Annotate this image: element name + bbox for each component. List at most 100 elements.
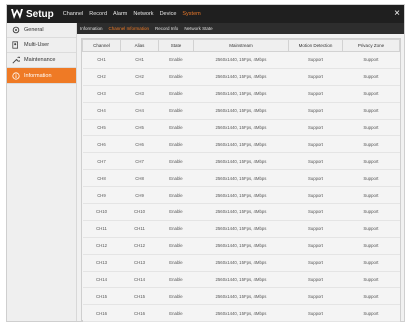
cell-motion-detection: Support [288, 169, 343, 188]
channel-info-table: Channel Alias State Mainstream Motion De… [81, 39, 401, 323]
cell-mainstream: 2560x1440, 15Fps, 4Mbps [193, 135, 289, 154]
cell-channel: CH16 [82, 304, 121, 323]
cell-state: Enable [158, 203, 194, 221]
table-row: CH12 CH12 Enable 2560x1440, 15Fps, 4Mbps Sup… [82, 237, 400, 255]
users-icon [11, 41, 20, 50]
top-menu: Channel Record Alarm Network Device Syst… [60, 5, 204, 23]
cell-state: Enable [158, 304, 194, 323]
table-row: CH16 CH16 Enable 2560x1440, 15Fps, 4Mbps Sup… [82, 304, 400, 323]
cell-channel: CH5 [82, 119, 121, 137]
cell-mainstream: 2560x1440, 15Fps, 4Mbps [193, 203, 289, 221]
cell-channel: CH4 [82, 102, 121, 120]
cell-privacy-zone: Support [342, 169, 400, 188]
cell-alias: CH11 [120, 220, 159, 238]
column-header-channel: Channel [81, 39, 122, 52]
cell-state: Enable [158, 102, 194, 120]
cell-mainstream: 2560x1440, 15Fps, 4Mbps [193, 271, 289, 289]
tab-channel-information[interactable]: Channel Information [106, 23, 153, 34]
cell-privacy-zone: Support [342, 304, 400, 323]
cell-privacy-zone: Support [342, 220, 400, 238]
tab-record-info[interactable]: Record Info [152, 23, 181, 34]
column-header-mainstream: Mainstream [192, 39, 290, 52]
cell-alias: CH3 [120, 85, 159, 103]
cell-state: Enable [158, 271, 194, 289]
cell-privacy-zone: Support [342, 254, 400, 272]
table-row: CH9 CH9 Enable 2560x1440, 15Fps, 4Mbps Suppo… [82, 186, 400, 205]
tab-information[interactable]: Information [77, 23, 106, 34]
sidebar-item-label: Information [24, 72, 52, 79]
cell-state: Enable [158, 237, 194, 255]
cell-privacy-zone: Support [342, 68, 400, 86]
table-row: CH13 CH13 Enable 2560x1440, 15Fps, 4Mbps Sup… [82, 254, 400, 272]
cell-state: Enable [158, 152, 194, 171]
cell-mainstream: 2560x1440, 15Fps, 4Mbps [193, 119, 289, 137]
table-row: CH8 CH8 Enable 2560x1440, 15Fps, 4Mbps Suppo… [82, 169, 400, 188]
cell-alias: CH7 [120, 152, 159, 171]
cell-mainstream: 2560x1440, 15Fps, 4Mbps [193, 169, 289, 188]
cell-privacy-zone: Support [342, 271, 400, 289]
table-row: CH10 CH10 Enable 2560x1440, 15Fps, 4Mbps Sup… [82, 203, 400, 221]
menu-device[interactable]: Device [157, 5, 180, 23]
sidebar-item-multi-user[interactable]: Multi-User [7, 38, 76, 53]
cell-mainstream: 2560x1440, 15Fps, 4Mbps [193, 85, 289, 103]
cell-channel: CH2 [82, 68, 121, 86]
cell-channel: CH15 [82, 287, 121, 306]
cell-channel: CH3 [82, 85, 121, 103]
gear-icon [11, 26, 20, 35]
cell-mainstream: 2560x1440, 15Fps, 4Mbps [193, 68, 289, 86]
cell-privacy-zone: Support [342, 85, 400, 103]
cell-privacy-zone: Support [342, 237, 400, 255]
cell-motion-detection: Support [288, 68, 343, 86]
menu-network[interactable]: Network [130, 5, 156, 23]
cell-privacy-zone: Support [342, 186, 400, 205]
column-header-motion-detection: Motion Detection [288, 39, 343, 52]
cell-motion-detection: Support [288, 220, 343, 238]
cell-state: Enable [158, 85, 194, 103]
sidebar-item-maintenance[interactable]: Maintenance [7, 53, 76, 68]
cell-motion-detection: Support [288, 237, 343, 255]
sidebar-item-label: Maintenance [24, 57, 56, 63]
cell-state: Enable [158, 254, 194, 272]
tab-network-state[interactable]: Network State [181, 23, 215, 34]
sidebar-item-label: Multi-User [24, 42, 50, 48]
cell-privacy-zone: Support [342, 203, 400, 221]
cell-channel: CH11 [82, 220, 121, 238]
column-header-privacy-zone: Privacy Zone [341, 39, 401, 52]
cell-motion-detection: Support [288, 102, 343, 120]
cell-channel: CH14 [82, 271, 121, 289]
table-row: CH3 CH3 Enable 2560x1440, 15Fps, 4Mbps Suppo… [82, 85, 400, 103]
table-row: CH7 CH7 Enable 2560x1440, 15Fps, 4Mbps Suppo… [82, 152, 400, 171]
cell-motion-detection: Support [288, 85, 343, 103]
menu-record[interactable]: Record [86, 5, 110, 23]
sidebar-item-general[interactable]: General [7, 23, 76, 38]
cell-motion-detection: Support [288, 51, 343, 69]
cell-alias: CH5 [120, 119, 159, 137]
cell-state: Enable [158, 186, 194, 205]
wrench-icon [11, 56, 20, 65]
menu-system[interactable]: System [179, 5, 203, 23]
table-row: CH11 CH11 Enable 2560x1440, 15Fps, 4Mbps Sup… [82, 220, 400, 238]
menu-alarm[interactable]: Alarm [110, 5, 130, 23]
cell-alias: CH4 [120, 102, 159, 120]
menu-channel[interactable]: Channel [60, 5, 87, 23]
cell-privacy-zone: Support [342, 102, 400, 120]
brand-logo-icon [11, 8, 23, 20]
table-row: CH1 CH1 Enable 2560x1440, 15Fps, 4Mbps Suppo… [82, 51, 400, 69]
cell-alias: CH13 [120, 254, 159, 272]
cell-state: Enable [158, 287, 194, 306]
cell-channel: CH1 [82, 51, 121, 69]
cell-state: Enable [158, 68, 194, 86]
title-bar: Setup Channel Record Alarm Network Devic… [7, 5, 404, 23]
cell-privacy-zone: Support [342, 152, 400, 171]
cell-privacy-zone: Support [342, 51, 400, 69]
cell-motion-detection: Support [288, 186, 343, 205]
cell-mainstream: 2560x1440, 15Fps, 4Mbps [193, 304, 289, 323]
table-row: CH6 CH6 Enable 2560x1440, 15Fps, 4Mbps Suppo… [82, 135, 400, 154]
sidebar-item-information[interactable]: Information [7, 68, 76, 84]
cell-alias: CH12 [120, 237, 159, 255]
info-icon [11, 71, 20, 80]
cell-alias: CH14 [120, 271, 159, 289]
sidebar-item-label: General [24, 27, 44, 33]
table-header-row: Channel Alias State Mainstream Motion De… [81, 39, 401, 52]
close-icon[interactable]: × [394, 8, 400, 20]
